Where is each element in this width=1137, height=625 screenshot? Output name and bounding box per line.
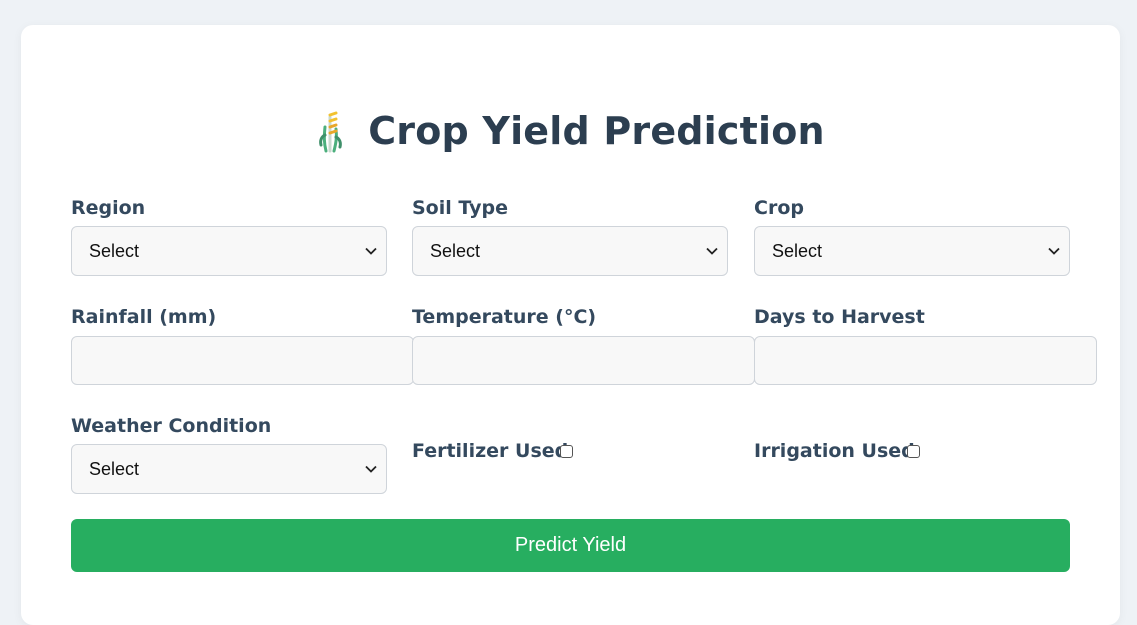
weather-condition-select-value: Select: [89, 458, 140, 479]
fertilizer-used-checkbox[interactable]: [560, 445, 573, 458]
soil-type-select-value: Select: [430, 240, 481, 261]
soil-type-select[interactable]: Select: [412, 226, 728, 276]
rainfall-input[interactable]: [71, 336, 414, 385]
crop-label: Crop: [754, 197, 804, 219]
region-select-value: Select: [89, 240, 140, 261]
days-to-harvest-input[interactable]: [754, 336, 1097, 385]
page-title: Crop Yield Prediction: [368, 109, 825, 153]
form-card: Crop Yield Prediction Region Select Soil…: [21, 25, 1120, 625]
chevron-down-icon: [1048, 247, 1060, 255]
chevron-down-icon: [706, 247, 718, 255]
sheaf-of-rice-icon: [316, 109, 346, 153]
predict-yield-button[interactable]: Predict Yield: [71, 519, 1070, 572]
rainfall-label: Rainfall (mm): [71, 306, 217, 328]
soil-type-label: Soil Type: [412, 197, 508, 219]
weather-condition-label: Weather Condition: [71, 415, 272, 437]
weather-condition-select[interactable]: Select: [71, 444, 387, 494]
chevron-down-icon: [365, 465, 377, 473]
chevron-down-icon: [365, 247, 377, 255]
crop-select[interactable]: Select: [754, 226, 1070, 276]
region-label: Region: [71, 197, 146, 219]
days-to-harvest-label: Days to Harvest: [754, 306, 925, 328]
irrigation-used-checkbox[interactable]: [907, 445, 920, 458]
temperature-input[interactable]: [412, 336, 755, 385]
crop-select-value: Select: [772, 240, 823, 261]
temperature-label: Temperature (°C): [412, 306, 597, 328]
fertilizer-used-label: Fertilizer Used: [412, 440, 569, 462]
region-select[interactable]: Select: [71, 226, 387, 276]
irrigation-used-label: Irrigation Used: [754, 440, 915, 462]
title-row: Crop Yield Prediction: [21, 105, 1120, 157]
